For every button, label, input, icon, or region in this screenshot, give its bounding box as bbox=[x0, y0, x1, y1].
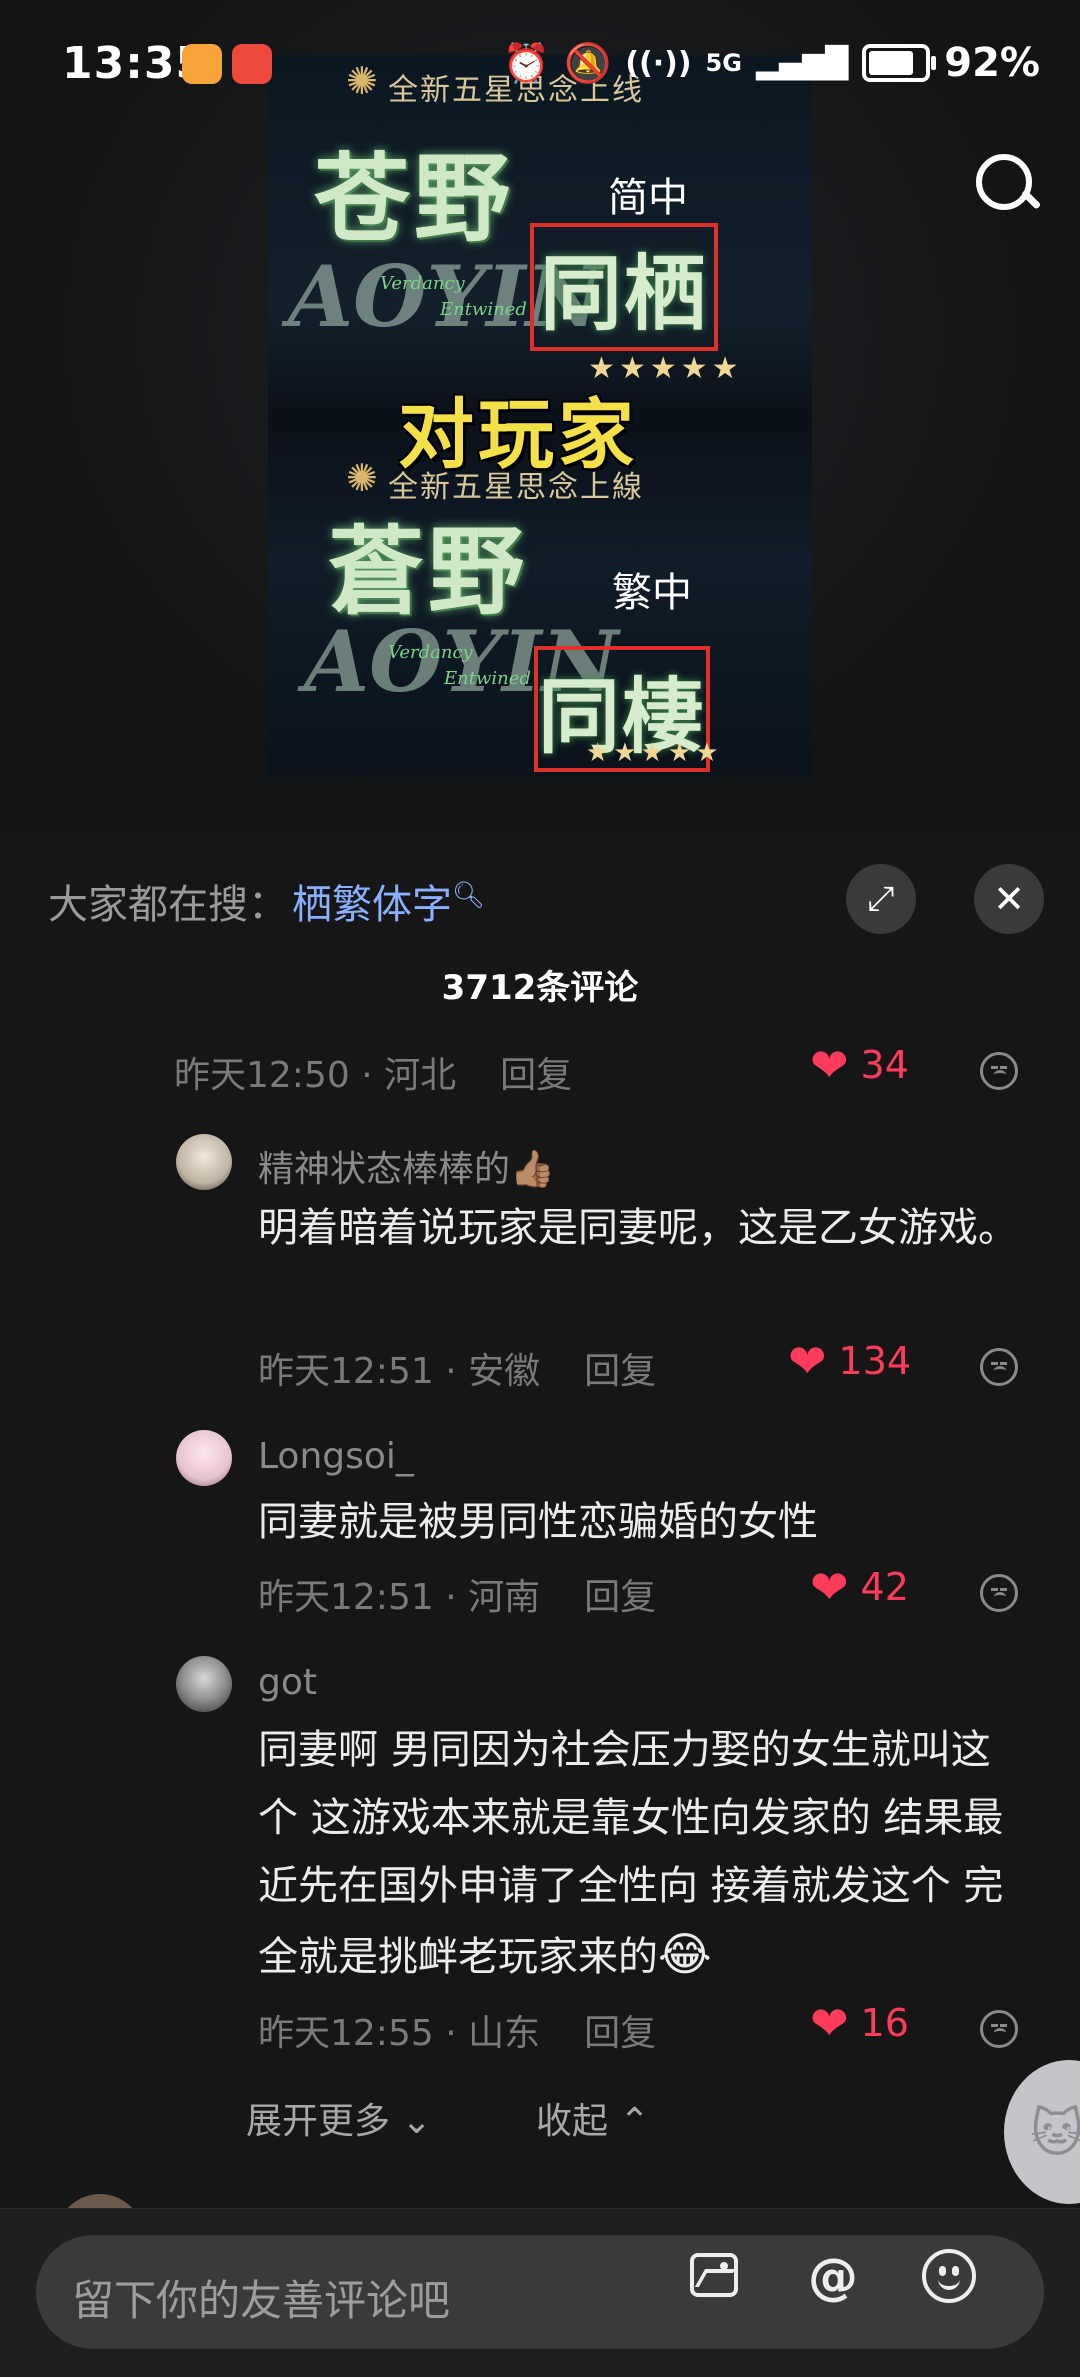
mention-icon[interactable]: @ bbox=[805, 2249, 861, 2305]
reply-button[interactable]: 回复 bbox=[500, 1055, 572, 1096]
battery-percent: 92% bbox=[944, 40, 1040, 86]
hot-search[interactable]: 大家都在搜： 栖繁体字🔍︎ bbox=[48, 872, 485, 930]
hot-search-label: 大家都在搜： bbox=[48, 882, 288, 928]
cat-icon: 🐱 bbox=[1030, 2104, 1080, 2164]
signal-icon: ▂▄▆█ bbox=[755, 45, 849, 81]
comment-username[interactable]: got bbox=[258, 1662, 317, 1703]
dislike-icon[interactable] bbox=[980, 1052, 1018, 1090]
wifi-icon: ((·)) bbox=[625, 45, 692, 81]
poster-top-boxed: 同栖 bbox=[530, 223, 718, 351]
comment-meta: 昨天12:55 · 山东 回复 bbox=[258, 2013, 657, 2054]
poster-bottom-en-2: Entwined bbox=[444, 668, 531, 689]
reply-button[interactable]: 回复 bbox=[584, 2013, 656, 2054]
reply-button[interactable]: 回复 bbox=[584, 1577, 656, 1618]
comment-username[interactable]: 精神状态棒棒的👍🏽 bbox=[258, 1140, 555, 1192]
poster-top-lang: 简中 bbox=[608, 175, 688, 221]
search-icon: 🔍︎ bbox=[452, 880, 486, 911]
mute-icon: 🔕 bbox=[563, 40, 612, 85]
like-button[interactable]: ❤ 134 bbox=[788, 1338, 911, 1384]
heart-icon: ❤ bbox=[810, 1560, 849, 1614]
poster-overlay-text: 对玩家 bbox=[398, 390, 638, 479]
comment-username[interactable]: Longsoi_ bbox=[258, 1436, 414, 1477]
network-type: 5G bbox=[705, 49, 742, 77]
avatar[interactable] bbox=[176, 1430, 232, 1486]
like-button[interactable]: ❤ 42 bbox=[810, 1564, 909, 1610]
alarm-icon: ⏰ bbox=[502, 40, 550, 85]
dislike-icon[interactable] bbox=[980, 2010, 1018, 2048]
comment-count: 3712条评论 bbox=[441, 968, 639, 1008]
comment-text[interactable]: 明着暗着说玩家是同妻呢，这是乙女游戏。 bbox=[258, 1194, 1028, 1262]
chevron-down-icon: ⌄ bbox=[401, 2101, 432, 2142]
close-icon[interactable]: ✕ bbox=[974, 864, 1044, 934]
comment-input[interactable]: 留下你的友善评论吧 bbox=[36, 2235, 1044, 2349]
collapse-button[interactable]: 收起 ⌃ bbox=[536, 2092, 650, 2144]
search-icon[interactable] bbox=[972, 150, 1042, 218]
chevron-up-icon: ⌃ bbox=[619, 2101, 650, 2142]
poster-top-title: 苍野 bbox=[314, 142, 514, 255]
reply-button[interactable]: 回复 bbox=[584, 1351, 656, 1392]
poster-bottom-en-1: Verdancy bbox=[388, 642, 473, 663]
hot-search-keyword[interactable]: 栖繁体字 bbox=[292, 882, 452, 928]
avatar[interactable] bbox=[176, 1656, 232, 1712]
comment-text[interactable]: 同妻啊 男同因为社会压力娶的女生就叫这个 这游戏本来就是靠女性向发家的 结果最近… bbox=[258, 1716, 1028, 1991]
comment-input-bar: 留下你的友善评论吧 @ bbox=[0, 2208, 1080, 2377]
app-notification-icon bbox=[182, 44, 222, 84]
laughing-emoji: 😂 bbox=[658, 1927, 712, 1981]
battery-icon bbox=[862, 44, 937, 82]
expand-more-button[interactable]: 展开更多 ⌄ bbox=[246, 2092, 432, 2144]
dislike-icon[interactable] bbox=[980, 1574, 1018, 1612]
heart-icon: ❤ bbox=[788, 1334, 827, 1388]
comment-meta: 昨天12:51 · 河南 回复 bbox=[258, 1577, 657, 1618]
expand-icon[interactable]: ⤢ bbox=[846, 864, 916, 934]
poster-bottom-stars: ★★★★★ bbox=[586, 738, 723, 768]
comment-text[interactable]: 同妻就是被男同性恋骗婚的女性 bbox=[258, 1488, 1028, 1556]
like-button[interactable]: ❤ 34 bbox=[810, 1042, 909, 1088]
heart-icon: ❤ bbox=[810, 1038, 849, 1092]
comment-input-placeholder: 留下你的友善评论吧 bbox=[72, 2276, 451, 2325]
poster-top-en-2: Entwined bbox=[440, 299, 527, 320]
app-notification-icon bbox=[232, 44, 272, 84]
dislike-icon[interactable] bbox=[980, 1348, 1018, 1386]
video-poster: ✺ 全新五星思念上线 苍野 AOYIN Verdancy Entwined 简中… bbox=[268, 55, 812, 777]
heart-icon: ❤ bbox=[810, 1996, 849, 2050]
comment-meta: 昨天12:50 · 河北 回复 bbox=[174, 1055, 573, 1096]
status-bar: 13:35 ⏰ 🔕 ((·)) 5G ▂▄▆█ 92% bbox=[0, 0, 1080, 130]
poster-bottom-lang: 繁中 bbox=[612, 570, 692, 616]
comment-meta: 昨天12:51 · 安徽 回复 bbox=[258, 1351, 657, 1392]
image-icon[interactable] bbox=[690, 2253, 738, 2297]
like-button[interactable]: ❤ 16 bbox=[810, 2000, 909, 2046]
emoji-icon[interactable] bbox=[922, 2249, 976, 2303]
poster-top-en-1: Verdancy bbox=[380, 273, 465, 294]
avatar[interactable] bbox=[176, 1134, 232, 1190]
